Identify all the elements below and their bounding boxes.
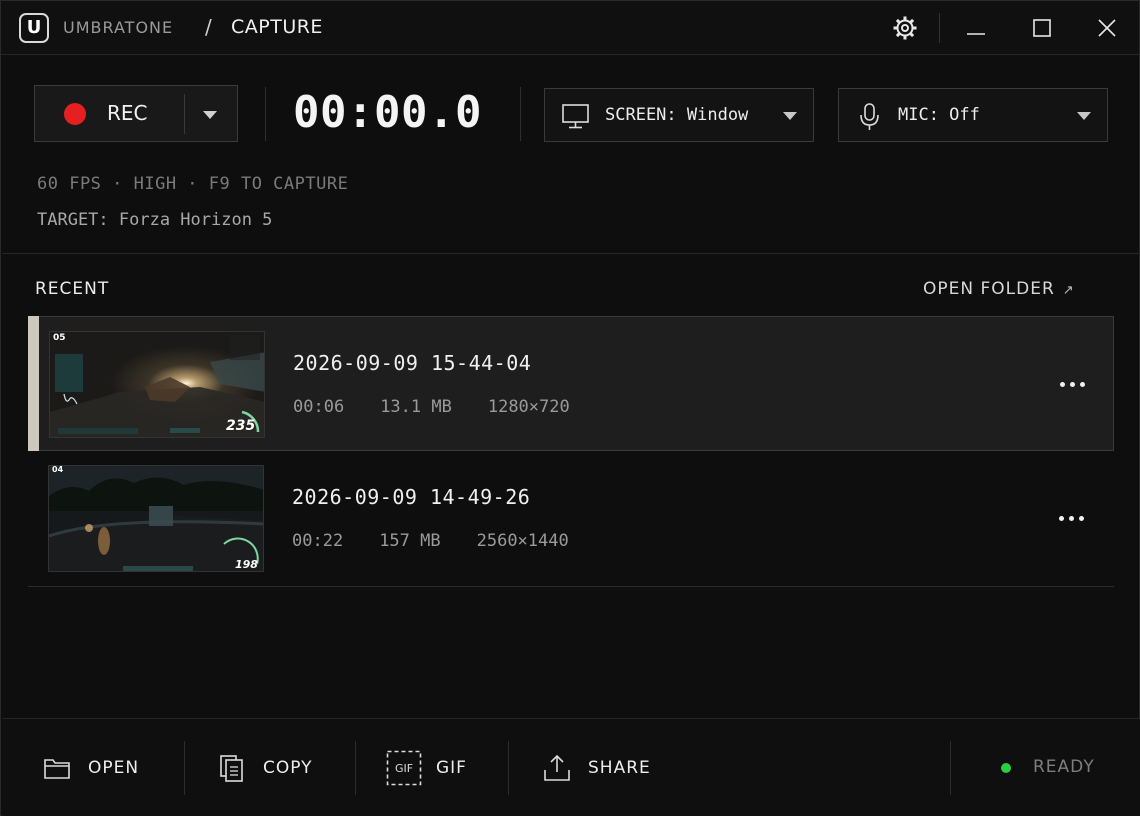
clip-thumbnail: 04 198 bbox=[48, 465, 264, 572]
controls-divider bbox=[265, 87, 266, 141]
status-text: READY bbox=[1033, 757, 1095, 777]
section-divider bbox=[2, 253, 1140, 254]
minimize-icon bbox=[967, 33, 985, 35]
footer-divider bbox=[950, 741, 951, 795]
clip-size: 13.1 MB bbox=[380, 397, 452, 417]
clip-thumbnail: 05 235 bbox=[49, 331, 265, 438]
microphone-icon bbox=[860, 103, 879, 130]
copy-label: COPY bbox=[263, 758, 313, 778]
clip-meta: 00:22 157 MB 2560×1440 bbox=[292, 531, 605, 551]
open-label: OPEN bbox=[88, 758, 140, 778]
titlebar-divider bbox=[939, 13, 940, 43]
chevron-down-icon bbox=[1077, 112, 1091, 120]
clip-duration: 00:06 bbox=[293, 397, 345, 417]
recent-list-item[interactable]: 04 198 2026-09-09 14-49-26 00:22 157 MB 25… bbox=[28, 451, 1114, 587]
thumb-hud-gear: 04 bbox=[52, 466, 64, 474]
more-options-button[interactable] bbox=[1050, 503, 1092, 533]
more-horizontal-icon bbox=[1059, 381, 1065, 387]
clip-duration: 00:22 bbox=[292, 531, 344, 551]
recent-heading: RECENT bbox=[35, 279, 110, 299]
row-divider bbox=[28, 586, 1114, 587]
record-split-divider bbox=[184, 94, 185, 134]
external-arrow-icon: ↗ bbox=[1062, 283, 1075, 298]
copy-icon bbox=[220, 755, 243, 782]
gif-button[interactable]: GIF GIF bbox=[386, 719, 467, 816]
status-indicator-dot bbox=[1001, 763, 1011, 773]
minimize-button[interactable] bbox=[961, 13, 991, 43]
open-button[interactable]: OPEN bbox=[42, 719, 139, 816]
open-folder-label: OPEN FOLDER bbox=[923, 279, 1055, 299]
record-label: REC bbox=[107, 101, 148, 125]
page-title: CAPTURE bbox=[231, 16, 323, 38]
thumb-hud-speed: 235 bbox=[226, 418, 255, 434]
title-bar: U UMBRATONE / CAPTURE bbox=[1, 1, 1139, 55]
app-window: U UMBRATONE / CAPTURE REC 00:00.0 SCREEN… bbox=[0, 0, 1140, 816]
footer-divider bbox=[184, 741, 185, 795]
screen-source-value: SCREEN: Window bbox=[605, 105, 749, 125]
app-name: UMBRATONE bbox=[63, 18, 174, 37]
copy-button[interactable]: COPY bbox=[217, 719, 313, 816]
maximize-icon bbox=[1033, 19, 1051, 37]
mic-value: MIC: Off bbox=[898, 105, 980, 125]
screen-source-select[interactable]: SCREEN: Window bbox=[544, 88, 814, 142]
recent-list-item[interactable]: 05 235 2026-09-09 15-44-04 00:06 13.1 MB 1… bbox=[28, 316, 1114, 451]
close-icon bbox=[1098, 19, 1116, 37]
mic-select[interactable]: MIC: Off bbox=[838, 88, 1108, 142]
clip-size: 157 MB bbox=[379, 531, 441, 551]
clip-meta: 00:06 13.1 MB 1280×720 bbox=[293, 397, 606, 417]
gif-icon: GIF bbox=[386, 750, 422, 786]
clip-name: 2026-09-09 14-49-26 bbox=[292, 485, 531, 509]
share-icon bbox=[544, 754, 570, 781]
thumb-hud-speed: 198 bbox=[235, 558, 258, 571]
share-button[interactable]: SHARE bbox=[542, 719, 651, 816]
gear-icon bbox=[893, 16, 917, 40]
chevron-down-icon bbox=[783, 112, 797, 120]
gif-label: GIF bbox=[436, 758, 467, 778]
clip-resolution: 1280×720 bbox=[487, 397, 570, 417]
gif-icon-text: GIF bbox=[395, 762, 413, 775]
selection-accent bbox=[28, 316, 39, 451]
record-dot-icon bbox=[64, 103, 86, 125]
more-options-button[interactable] bbox=[1051, 369, 1093, 399]
logo-letter: U bbox=[26, 17, 42, 38]
record-button[interactable]: REC bbox=[34, 85, 238, 142]
footer-divider bbox=[355, 741, 356, 795]
footer-toolbar: OPEN COPY GIF GIF SHARE READY bbox=[2, 718, 1140, 816]
controls-divider bbox=[520, 87, 521, 141]
recording-timer: 00:00.0 bbox=[293, 87, 482, 138]
close-button[interactable] bbox=[1092, 13, 1122, 43]
more-horizontal-icon bbox=[1058, 515, 1064, 521]
footer-divider bbox=[508, 741, 509, 795]
clip-name: 2026-09-09 15-44-04 bbox=[293, 351, 532, 375]
folder-icon bbox=[44, 759, 70, 779]
breadcrumb-separator: / bbox=[205, 15, 212, 39]
thumb-hud-gear: 05 bbox=[53, 333, 66, 343]
open-folder-link[interactable]: OPEN FOLDER ↗ bbox=[923, 279, 1075, 299]
monitor-icon bbox=[562, 104, 589, 129]
share-label: SHARE bbox=[588, 758, 651, 778]
capture-target-info: TARGET: Forza Horizon 5 bbox=[37, 210, 273, 230]
maximize-button[interactable] bbox=[1027, 13, 1057, 43]
record-options-chevron-down-icon[interactable] bbox=[203, 111, 217, 119]
capture-settings-info: 60 FPS · HIGH · F9 TO CAPTURE bbox=[37, 174, 349, 194]
settings-button[interactable] bbox=[890, 13, 920, 43]
clip-resolution: 2560×1440 bbox=[476, 531, 569, 551]
